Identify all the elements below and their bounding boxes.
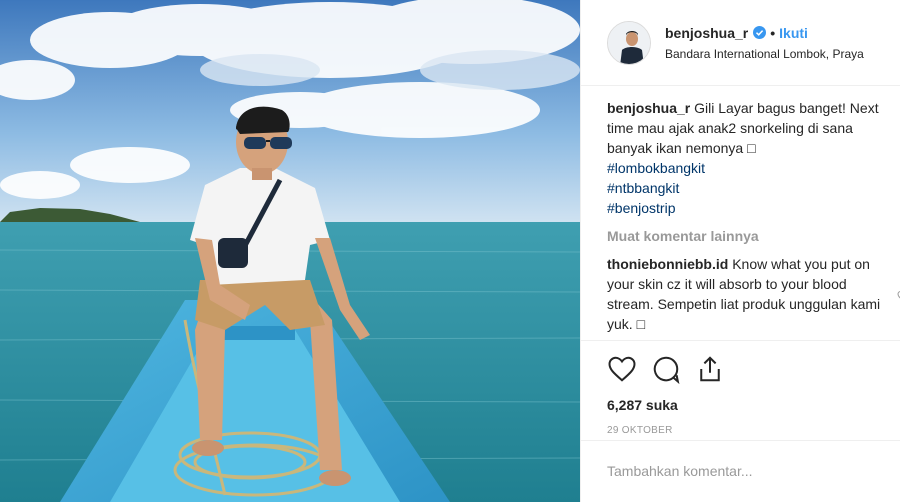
verified-badge-icon <box>753 26 767 39</box>
avatar-image <box>608 21 650 64</box>
add-comment-bar <box>581 440 900 502</box>
boat-sea-photo <box>0 0 580 502</box>
likes-count[interactable]: 6,287 suka <box>607 397 875 413</box>
post-actions: 6,287 suka 29 OKTOBER <box>581 340 900 436</box>
hashtag-link[interactable]: #lombokbangkit <box>607 158 897 178</box>
follow-button[interactable]: Ikuti <box>779 25 808 41</box>
separator-dot: • <box>770 24 776 41</box>
instagram-post: benjoshua_r • Ikuti Bandara Internationa… <box>0 0 900 502</box>
post-header: benjoshua_r • Ikuti Bandara Internationa… <box>581 0 900 86</box>
share-icon[interactable] <box>695 354 725 384</box>
header-text: benjoshua_r • Ikuti Bandara Internationa… <box>665 25 864 61</box>
add-comment-input[interactable] <box>607 463 867 479</box>
post-photo[interactable] <box>0 0 580 502</box>
heart-icon[interactable] <box>607 354 637 384</box>
header-row: benjoshua_r • Ikuti <box>665 25 864 41</box>
comments-section: benjoshua_r Gili Layar bagus banget! Nex… <box>607 98 900 334</box>
author-username[interactable]: benjoshua_r <box>665 25 748 41</box>
post-date[interactable]: 29 OKTOBER <box>607 425 875 436</box>
location-link[interactable]: Bandara International Lombok, Praya <box>665 47 864 61</box>
comment-item: thoniebonniebb.id Know what you put on y… <box>607 254 897 334</box>
hashtag-link[interactable]: #benjostrip <box>607 198 897 218</box>
caption: benjoshua_r Gili Layar bagus banget! Nex… <box>607 98 897 218</box>
hashtag-link[interactable]: #ntbbangkit <box>607 178 897 198</box>
action-icons <box>607 353 875 385</box>
avatar[interactable] <box>607 20 651 65</box>
comment-bubble-icon[interactable] <box>651 354 681 384</box>
comment-username[interactable]: thoniebonniebb.id <box>607 256 728 272</box>
post-side-panel: benjoshua_r • Ikuti Bandara Internationa… <box>580 0 900 502</box>
caption-username[interactable]: benjoshua_r <box>607 100 690 116</box>
load-more-comments-button[interactable]: Muat komentar lainnya <box>607 226 897 246</box>
